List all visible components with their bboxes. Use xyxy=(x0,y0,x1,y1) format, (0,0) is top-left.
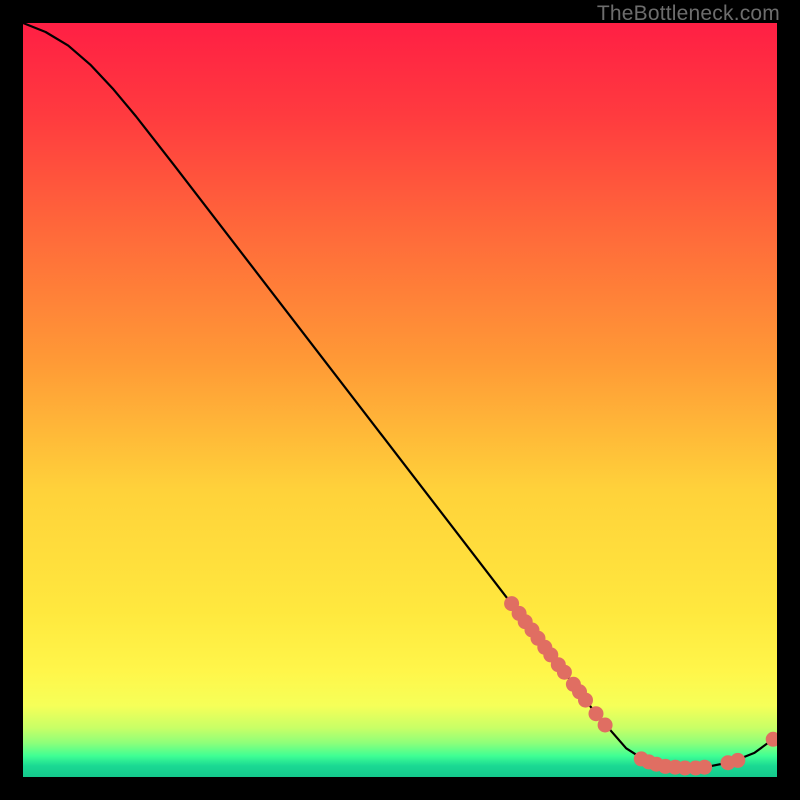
curve-marker xyxy=(557,665,572,680)
chart-stage: TheBottleneck.com xyxy=(0,0,800,800)
curve-marker xyxy=(598,718,613,733)
curve-marker xyxy=(578,693,593,708)
chart-svg xyxy=(23,23,777,777)
chart-background xyxy=(23,23,777,777)
curve-marker xyxy=(697,760,712,775)
curve-marker xyxy=(730,753,745,768)
